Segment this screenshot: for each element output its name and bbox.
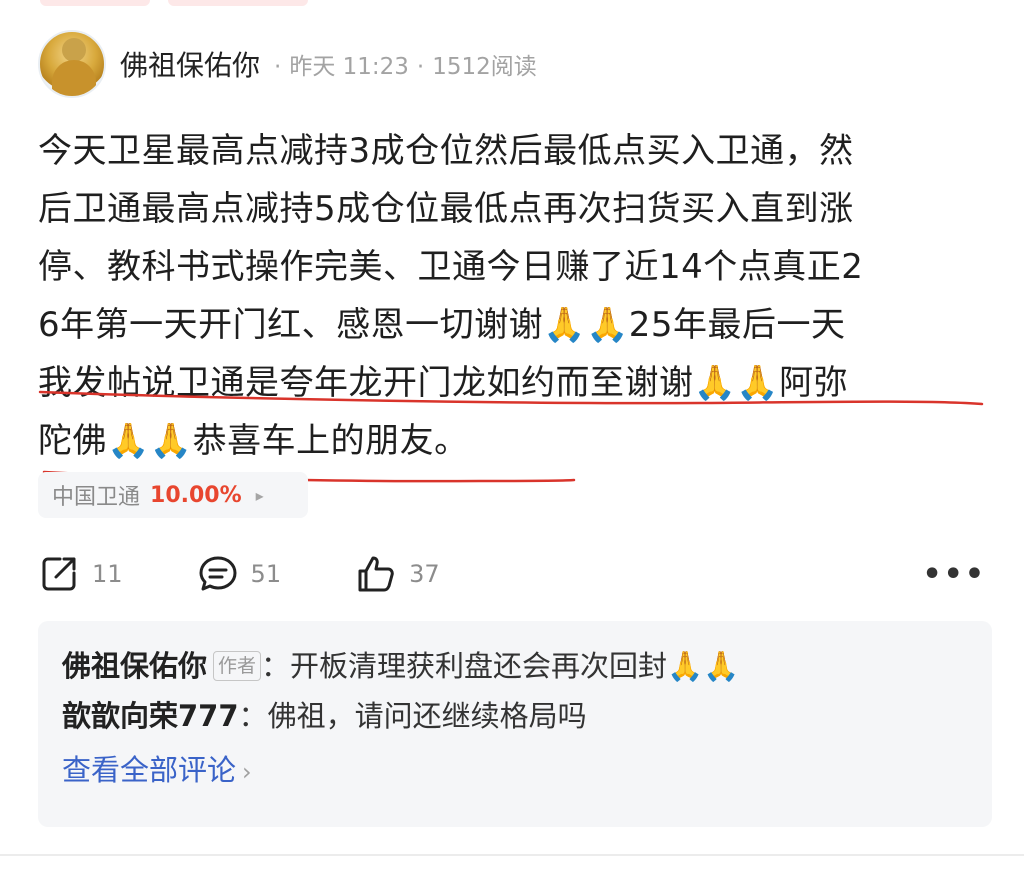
content-line: 我发帖说卫通是夸年龙开门龙如约而至谢谢🙏🙏阿弥 xyxy=(38,363,849,403)
comment-colon: ： xyxy=(261,649,291,683)
content-line: 停、教科书式操作完美、卫通今日赚了近14个点真正2 xyxy=(38,247,864,287)
view-all-comments-link[interactable]: 查看全部评论 › xyxy=(62,747,968,789)
share-button[interactable]: 11 xyxy=(38,553,123,595)
post-meta: · 昨天 11:23 · 1512阅读 xyxy=(266,47,537,81)
like-count: 37 xyxy=(409,560,440,588)
stock-change: 10.00% xyxy=(150,482,242,508)
top-tab-stub xyxy=(40,0,150,6)
post-content: 今天卫星最高点减持3成仓位然后最低点买入卫通，然 后卫通最高点减持5成仓位最低点… xyxy=(38,122,982,470)
comment-count: 51 xyxy=(250,560,282,588)
read-count: 1512阅读 xyxy=(432,54,537,80)
top-tab-stub xyxy=(168,0,308,6)
chevron-right-icon: › xyxy=(242,758,252,786)
comment-item[interactable]: 歆歆向荣777：佛祖，请问还继续格局吗 xyxy=(62,691,968,741)
divider xyxy=(0,854,1024,856)
author-badge: 作者 xyxy=(213,651,262,681)
post-time: 昨天 11:23 xyxy=(289,54,409,80)
comment-text: 开板清理获利盘还会再次回封🙏🙏 xyxy=(290,649,740,683)
thumbs-up-icon xyxy=(358,556,394,592)
stock-tag[interactable]: 中国卫通 10.00% ▸ xyxy=(38,472,308,518)
comment-button[interactable]: 51 xyxy=(197,553,282,595)
comment-item[interactable]: 佛祖保佑你 作者 ：开板清理获利盘还会再次回封🙏🙏 xyxy=(62,641,968,691)
separator-dot: · xyxy=(416,54,425,80)
avatar[interactable] xyxy=(38,30,106,98)
like-button[interactable]: 37 xyxy=(355,553,440,595)
stock-name: 中国卫通 xyxy=(52,485,141,510)
author-name[interactable]: 佛祖保佑你 xyxy=(120,44,260,84)
comment-colon: ： xyxy=(238,699,268,733)
comment-text: 佛祖，请问还继续格局吗 xyxy=(267,699,587,733)
comment-author[interactable]: 佛祖保佑你 xyxy=(62,649,207,683)
view-all-label: 查看全部评论 xyxy=(62,753,237,787)
more-options-icon[interactable]: ••• xyxy=(922,557,986,592)
chevron-right-icon: ▸ xyxy=(255,485,264,505)
content-line: 后卫通最高点减持5成仓位最低点再次扫货买入直到涨 xyxy=(38,189,854,229)
comment-author[interactable]: 歆歆向荣777 xyxy=(62,699,239,733)
content-line: 陀佛🙏🙏恭喜车上的朋友。 xyxy=(38,421,469,461)
action-bar: 11 51 37 ••• xyxy=(38,548,986,600)
share-icon xyxy=(42,557,76,591)
share-count: 11 xyxy=(92,560,123,588)
content-line: 6年第一天开门红、感恩一切谢谢🙏🙏25年最后一天 xyxy=(38,305,846,345)
comments-preview: 佛祖保佑你 作者 ：开板清理获利盘还会再次回封🙏🙏 歆歆向荣777：佛祖，请问还继续… xyxy=(38,621,992,827)
content-line: 今天卫星最高点减持3成仓位然后最低点买入卫通，然 xyxy=(38,131,854,171)
comment-icon xyxy=(199,556,237,591)
separator-dot: · xyxy=(274,54,282,80)
post-header: 佛祖保佑你 · 昨天 11:23 · 1512阅读 xyxy=(38,30,986,98)
